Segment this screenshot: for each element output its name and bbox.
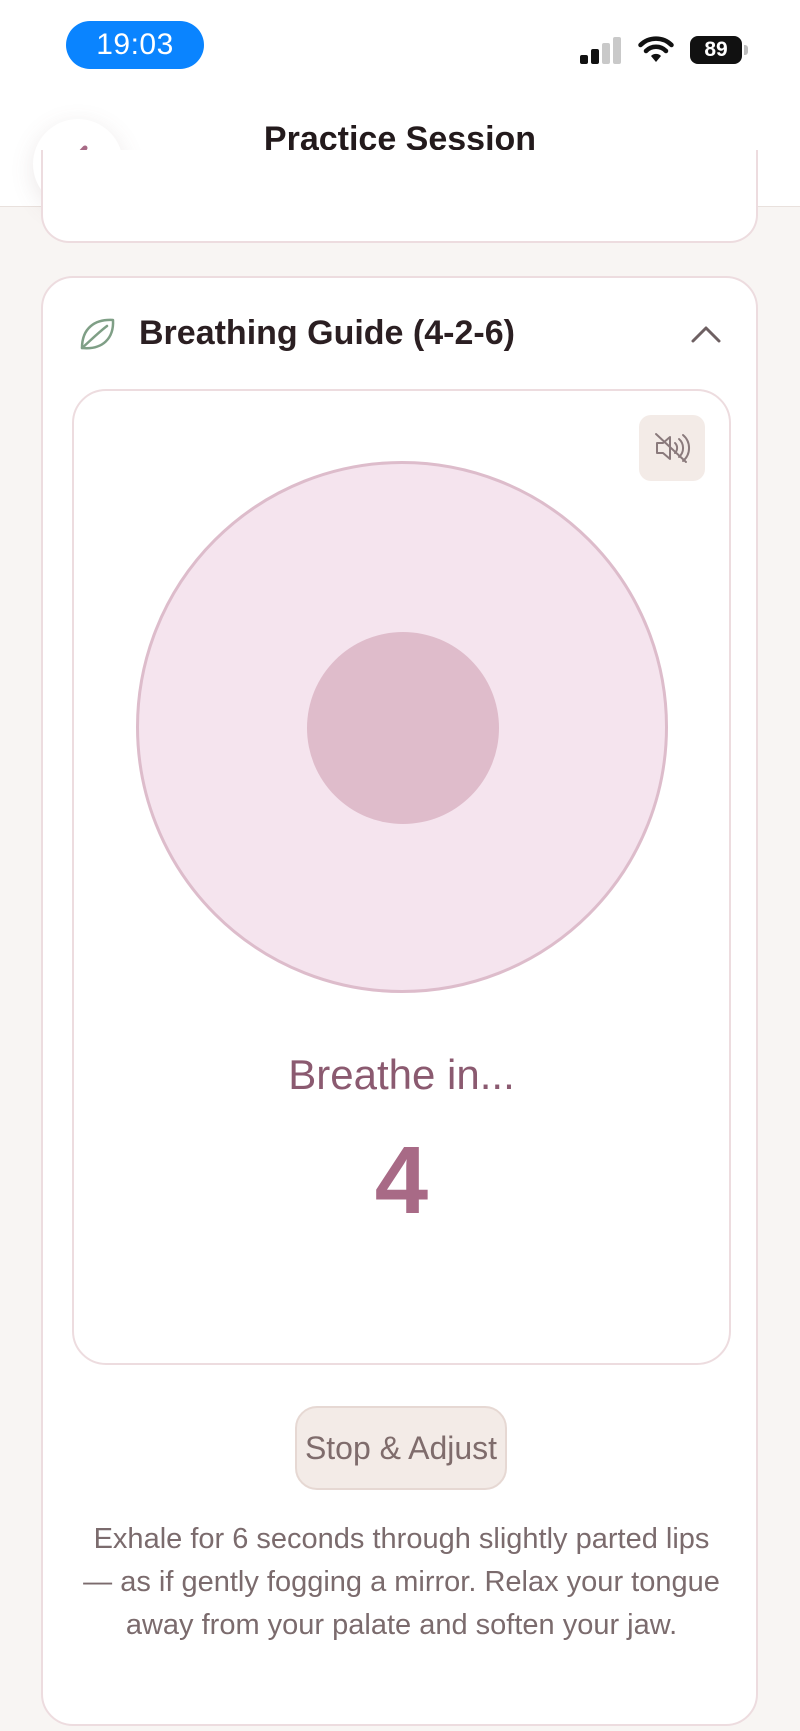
status-time: 19:03 xyxy=(66,21,204,69)
status-bar: 19:03 89 xyxy=(0,0,800,96)
breathing-inner-circle xyxy=(307,632,499,824)
breathing-guide-card: Breathing Guide (4-2-6) Breathe in... 4 xyxy=(41,276,758,1726)
leaf-icon xyxy=(80,318,115,350)
breathing-outer-circle xyxy=(136,461,668,993)
mute-toggle-button[interactable] xyxy=(639,415,705,481)
battery-level: 89 xyxy=(690,36,742,64)
chevron-up-icon[interactable] xyxy=(688,316,724,352)
wifi-icon xyxy=(638,36,674,62)
breath-phase-label: Breathe in... xyxy=(288,1051,515,1098)
practice-session-screen: 19:03 89 Practice Session Breathing Guid… xyxy=(0,0,800,1731)
speaker-muted-icon xyxy=(655,433,690,463)
breathing-animation-panel: Breathe in... 4 xyxy=(72,389,731,1365)
previous-card xyxy=(41,150,758,243)
cellular-signal-icon xyxy=(580,36,622,64)
breathing-guide-header[interactable]: Breathing Guide (4-2-6) xyxy=(43,278,756,388)
status-icons: 89 xyxy=(580,36,748,64)
breath-countdown: 4 xyxy=(374,1127,429,1234)
breathing-instructions: Exhale for 6 seconds through slightly pa… xyxy=(83,1523,720,1641)
breathing-guide-title: Breathing Guide (4-2-6) xyxy=(139,314,515,352)
stop-adjust-button[interactable]: Stop & Adjust xyxy=(295,1406,507,1490)
battery-icon: 89 xyxy=(690,36,748,64)
